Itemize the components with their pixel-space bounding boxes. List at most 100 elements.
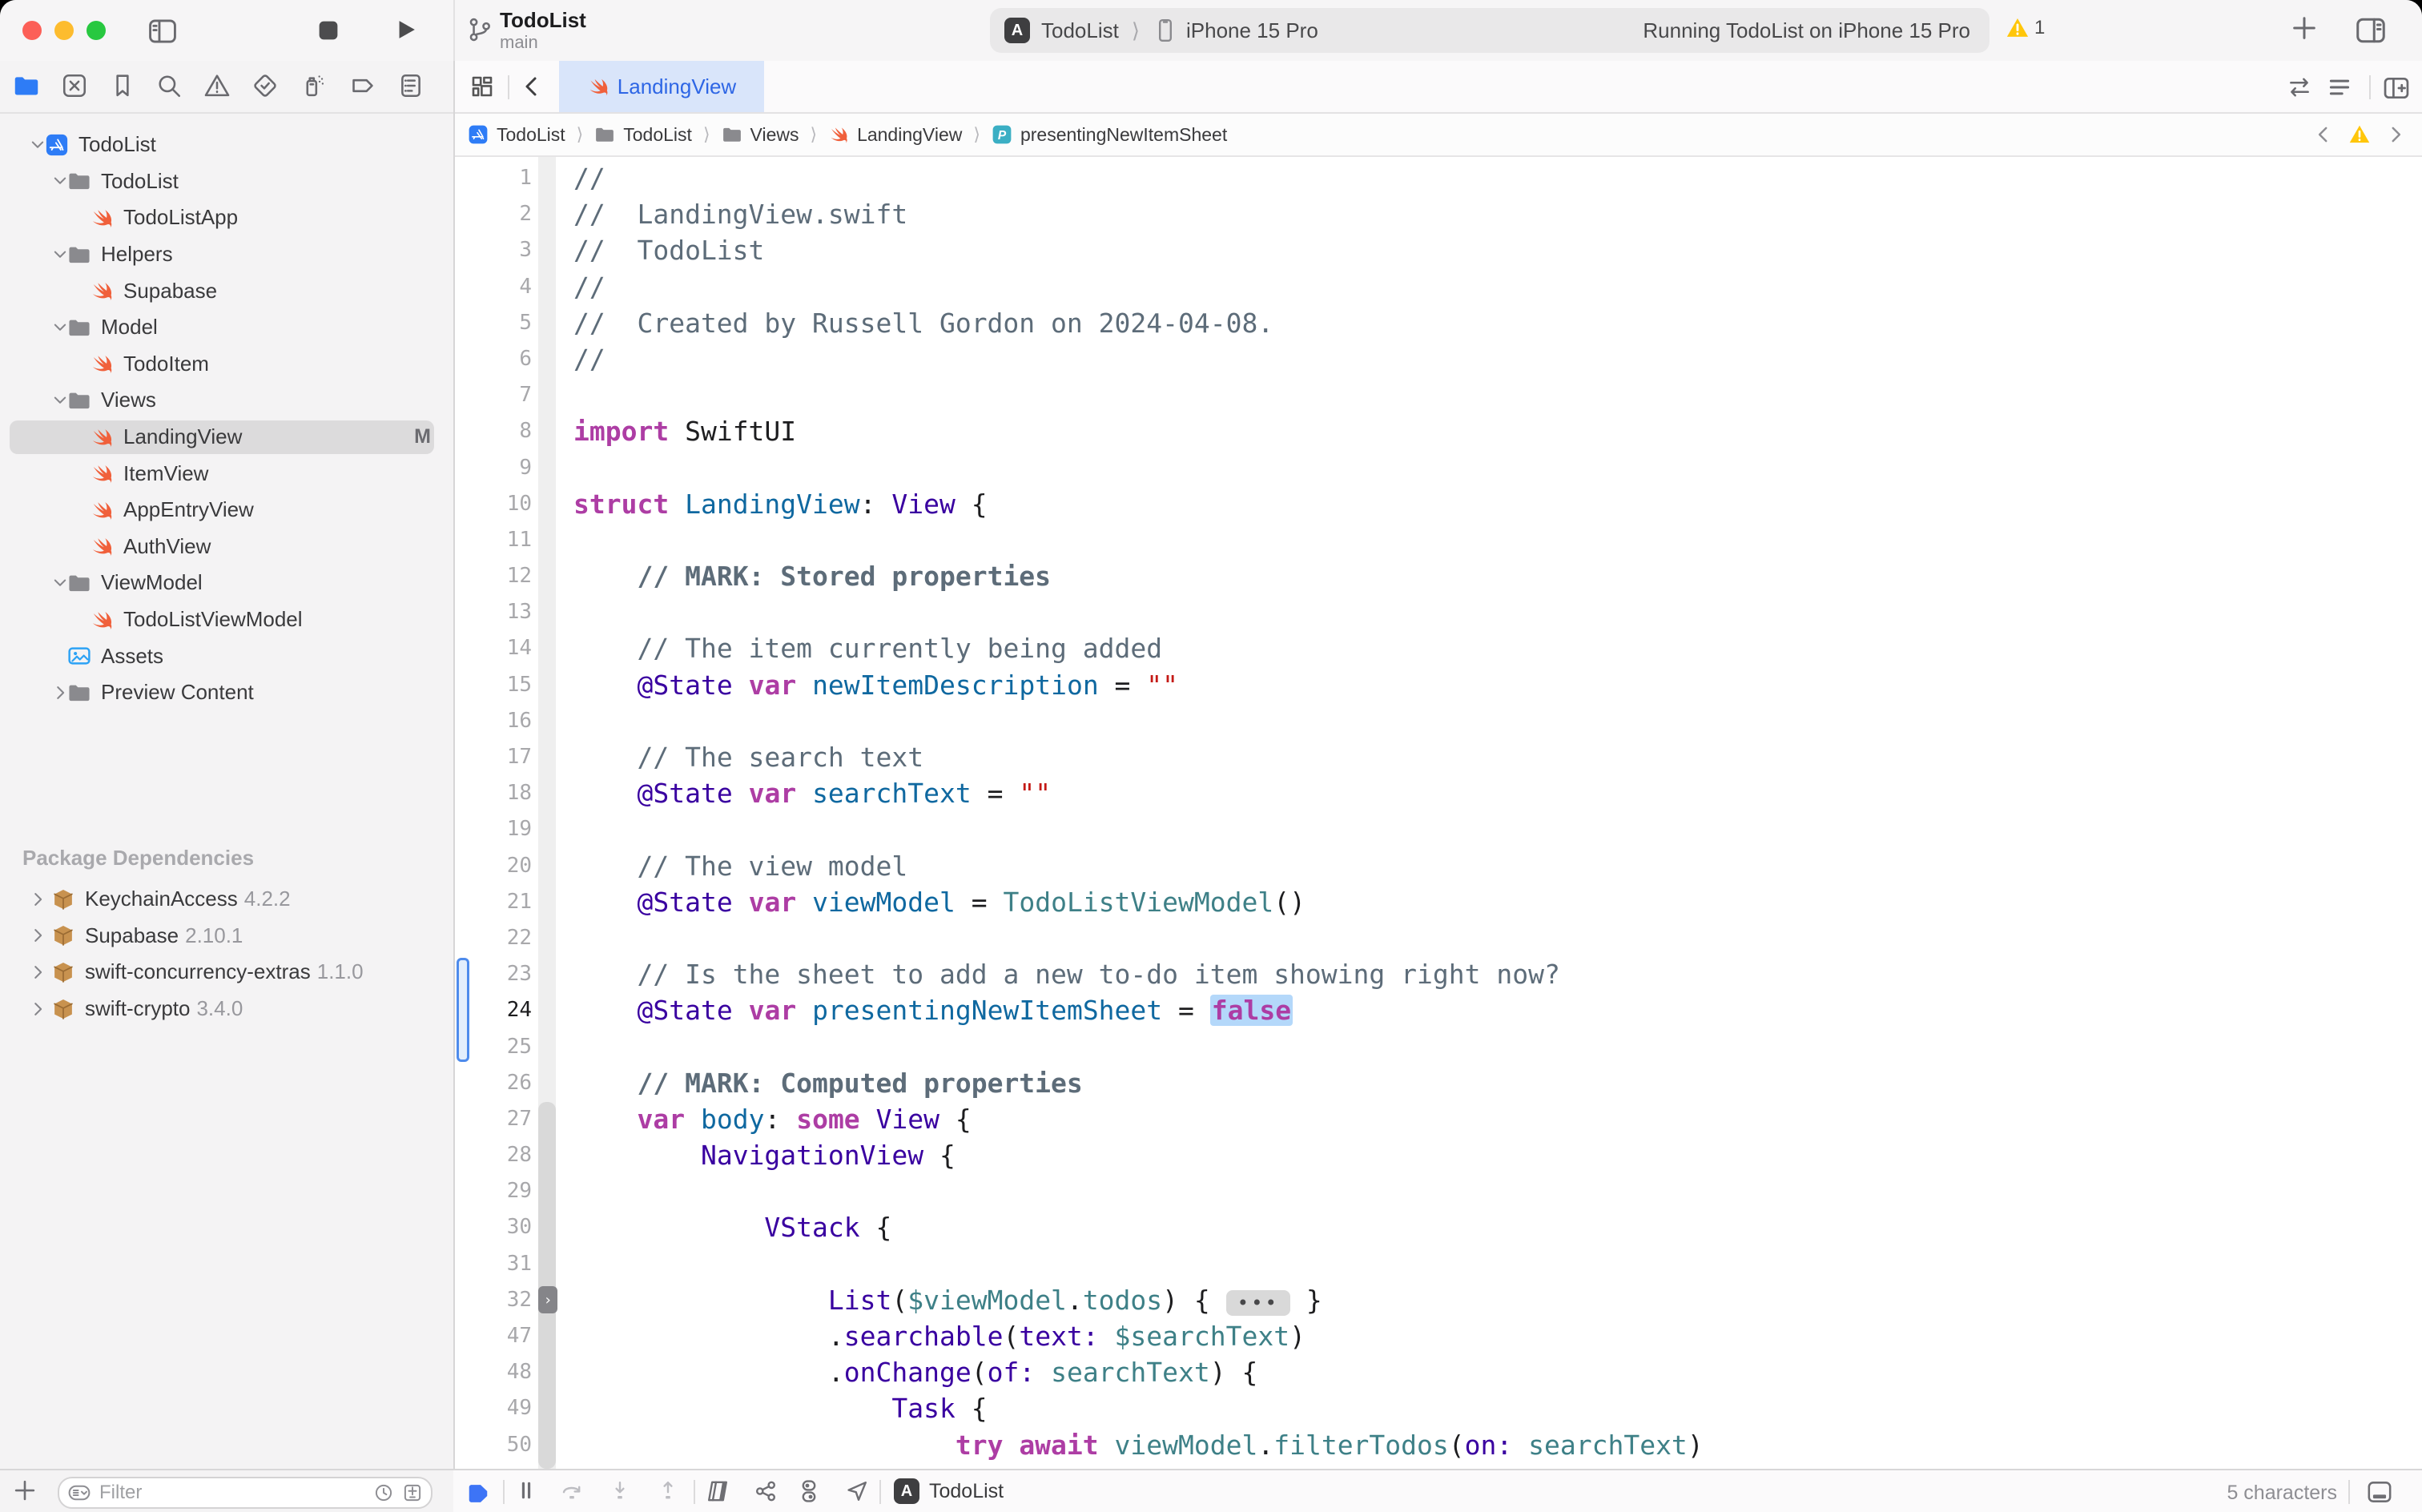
disclosure-right-icon[interactable] (29, 963, 46, 981)
code-line-12[interactable]: 12 // MARK: Stored properties (455, 558, 2422, 594)
line-number[interactable]: 24 (455, 992, 532, 1028)
source-editor[interactable]: › 1//2// LandingView.swift3// TodoList4/… (455, 157, 2422, 1469)
tree-item-views[interactable]: Views (0, 382, 453, 419)
activity-status-bar[interactable]: A TodoList ⟩ iPhone 15 Pro Running TodoL… (990, 8, 1990, 53)
simulate-location-icon[interactable] (844, 1478, 871, 1506)
line-number[interactable]: 29 (455, 1173, 532, 1209)
status-device[interactable]: iPhone 15 Pro (1186, 18, 1318, 43)
line-number[interactable]: 5 (455, 305, 532, 341)
disclosure-down-icon[interactable] (51, 392, 69, 409)
code-line-17[interactable]: 17 // The search text (455, 739, 2422, 775)
code-line-1[interactable]: 1// (455, 160, 2422, 196)
code-review-icon[interactable] (2286, 74, 2313, 101)
code-line-2[interactable]: 2// LandingView.swift (455, 196, 2422, 232)
code-line-19[interactable]: 19 (455, 811, 2422, 847)
environment-overrides-icon[interactable] (796, 1478, 823, 1506)
line-number[interactable]: 48 (455, 1354, 532, 1390)
code-line-5[interactable]: 5// Created by Russell Gordon on 2024-04… (455, 305, 2422, 341)
line-number[interactable]: 25 (455, 1029, 532, 1065)
issue-warning-icon[interactable] (2348, 123, 2371, 146)
tree-item-model[interactable]: Model (0, 309, 453, 346)
line-number[interactable]: 19 (455, 811, 532, 847)
toggle-left-sidebar-icon[interactable] (147, 16, 178, 46)
line-number[interactable]: 8 (455, 413, 532, 449)
go-back-icon[interactable] (519, 74, 545, 99)
code-line-10[interactable]: 10struct LandingView: View { (455, 486, 2422, 522)
code-line-28[interactable]: 28 NavigationView { (455, 1137, 2422, 1173)
memory-graph-icon[interactable] (753, 1478, 780, 1506)
code-line-51[interactable]: 51 } (455, 1463, 2422, 1469)
disclosure-down-icon[interactable] (51, 574, 69, 592)
zoom-window-button[interactable] (86, 21, 106, 40)
tree-item-authview[interactable]: AuthView (0, 529, 453, 565)
add-button[interactable] (2291, 14, 2318, 42)
bookmarks-navigator-icon[interactable] (109, 72, 138, 101)
debug-navigator-icon[interactable] (300, 72, 328, 101)
line-number[interactable]: 27 (455, 1101, 532, 1137)
code-line-20[interactable]: 20 // The view model (455, 848, 2422, 884)
disclosure-right-icon[interactable] (29, 1000, 46, 1018)
code-line-47[interactable]: 47 .searchable(text: $searchText) (455, 1318, 2422, 1354)
breakpoints-toggle[interactable] (466, 1482, 493, 1509)
code-line-49[interactable]: 49 Task { (455, 1390, 2422, 1426)
line-number[interactable]: 22 (455, 920, 532, 956)
line-number[interactable]: 16 (455, 703, 532, 739)
code-line-3[interactable]: 3// TodoList (455, 232, 2422, 268)
line-number[interactable]: 23 (455, 956, 532, 992)
code-line-11[interactable]: 11 (455, 522, 2422, 558)
folded-code-ellipsis[interactable]: ••• (1226, 1290, 1290, 1316)
filter-menu-icon[interactable] (67, 1481, 91, 1505)
disclosure-right-icon[interactable] (51, 684, 69, 702)
split-editor-icon[interactable] (2382, 74, 2411, 103)
code-line-48[interactable]: 48 .onChange(of: searchText) { (455, 1354, 2422, 1390)
code-line-22[interactable]: 22 (455, 920, 2422, 956)
code-line-29[interactable]: 29 (455, 1173, 2422, 1209)
breadcrumb-item[interactable]: Views (722, 124, 799, 146)
find-navigator-icon[interactable] (155, 72, 184, 101)
breadcrumb-item[interactable]: TodoList (594, 124, 692, 146)
line-number[interactable]: 32 (455, 1282, 532, 1318)
tab-landingview[interactable]: LandingView (559, 61, 764, 112)
minimize-window-button[interactable] (54, 21, 74, 40)
issues-navigator-icon[interactable] (203, 72, 232, 101)
run-button[interactable] (394, 18, 418, 42)
line-number[interactable]: 51 (455, 1463, 532, 1469)
line-number[interactable]: 1 (455, 160, 532, 196)
next-issue-icon[interactable] (2385, 124, 2406, 145)
tree-item-todolist[interactable]: TodoList (0, 127, 453, 163)
tree-item-helpers[interactable]: Helpers (0, 236, 453, 273)
line-number[interactable]: 21 (455, 884, 532, 920)
line-number[interactable]: 17 (455, 739, 532, 775)
code-line-7[interactable]: 7 (455, 377, 2422, 413)
tree-item-todolistapp[interactable]: TodoListApp (0, 199, 453, 236)
tree-item-assets[interactable]: Assets (0, 637, 453, 674)
code-line-14[interactable]: 14 // The item currently being added (455, 630, 2422, 666)
pause-execution-icon[interactable] (514, 1478, 541, 1506)
debug-target-label[interactable]: TodoList (929, 1480, 1004, 1503)
disclosure-down-icon[interactable] (51, 319, 69, 336)
tree-item-appentryview[interactable]: AppEntryView (0, 492, 453, 529)
package-item-swift-concurrency-extras[interactable]: swift-concurrency-extras1.1.0 (0, 954, 453, 991)
scm-status-filter-icon[interactable] (402, 1482, 423, 1503)
code-line-31[interactable]: 31 (455, 1246, 2422, 1282)
code-line-18[interactable]: 18 @State var searchText = "" (455, 775, 2422, 811)
code-line-8[interactable]: 8import SwiftUI (455, 413, 2422, 449)
stop-button[interactable] (317, 19, 340, 42)
line-number[interactable]: 6 (455, 341, 532, 377)
disclosure-down-icon[interactable] (51, 246, 69, 263)
toggle-right-sidebar-icon[interactable] (2355, 14, 2387, 46)
step-over-icon[interactable] (559, 1478, 586, 1506)
line-number[interactable]: 9 (455, 450, 532, 486)
line-number[interactable]: 50 (455, 1427, 532, 1463)
disclosure-right-icon[interactable] (29, 927, 46, 944)
warning-count-button[interactable]: 1 (2006, 16, 2045, 40)
code-line-50[interactable]: 50 try await viewModel.filterTodos(on: s… (455, 1427, 2422, 1463)
line-number[interactable]: 15 (455, 667, 532, 703)
previous-issue-icon[interactable] (2313, 124, 2334, 145)
code-line-23[interactable]: 23 // Is the sheet to add a new to-do it… (455, 956, 2422, 992)
breadcrumb-item[interactable]: LandingView (828, 124, 962, 146)
tree-item-landingview[interactable]: LandingViewM (0, 419, 453, 456)
line-number[interactable]: 30 (455, 1209, 532, 1245)
code-line-24[interactable]: 24 @State var presentingNewItemSheet = f… (455, 992, 2422, 1028)
line-number[interactable]: 4 (455, 269, 532, 305)
